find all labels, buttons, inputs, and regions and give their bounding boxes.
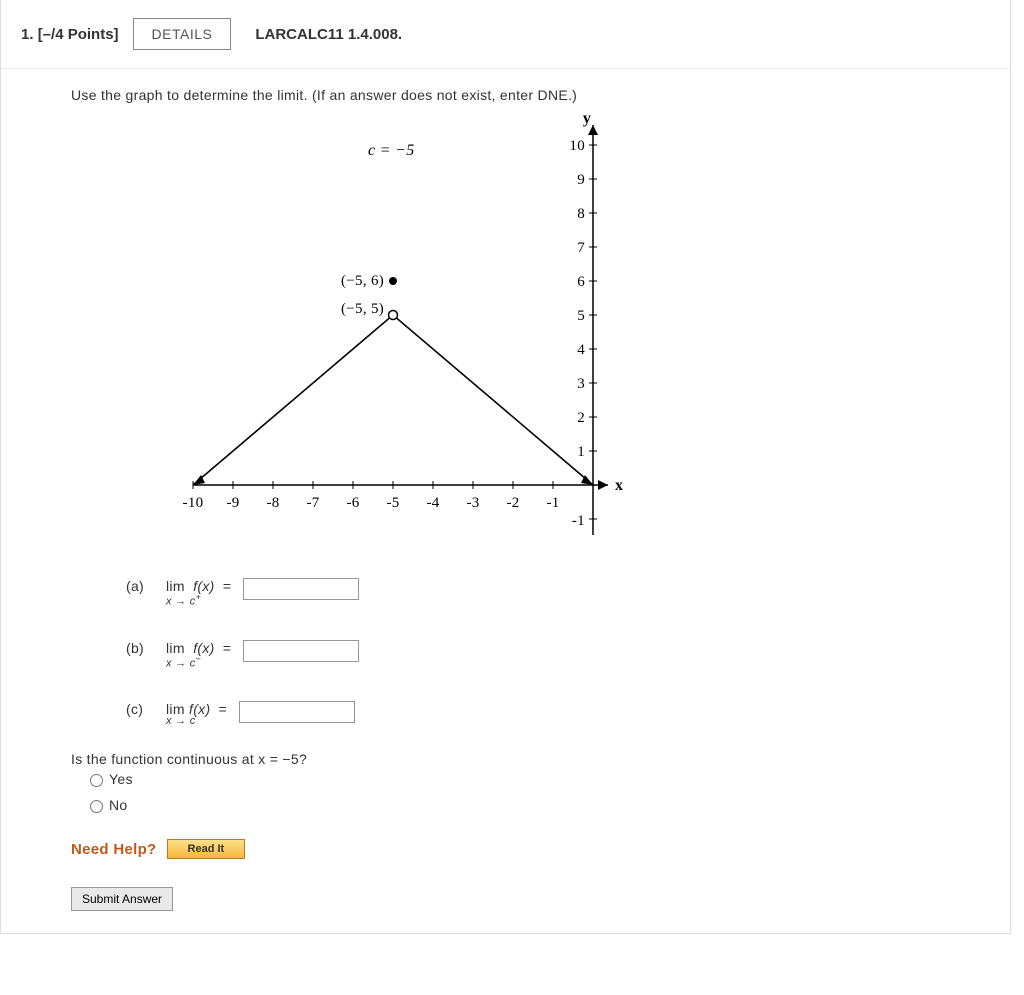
svg-text:10: 10 — [569, 138, 585, 154]
svg-text:-2: -2 — [506, 495, 519, 511]
svg-text:-3: -3 — [466, 495, 479, 511]
limit-expression: lim f(x) = x → c− — [166, 640, 235, 670]
question-container: 1. [–/4 Points] DETAILS LARCALC11 1.4.00… — [0, 0, 1011, 934]
svg-text:-10: -10 — [183, 495, 204, 511]
need-help-label: Need Help? — [71, 841, 157, 858]
svg-text:-8: -8 — [266, 495, 279, 511]
part-b-label: (b) — [126, 640, 166, 656]
question-header: 1. [–/4 Points] DETAILS LARCALC11 1.4.00… — [1, 10, 1010, 69]
continuity-yes-label: Yes — [109, 771, 133, 787]
details-button[interactable]: DETAILS — [133, 18, 232, 50]
svg-text:5: 5 — [577, 308, 585, 324]
svg-text:7: 7 — [577, 240, 585, 256]
limit-expression: lim f(x) = x → c+ — [166, 578, 235, 608]
question-content: Use the graph to determine the limit. (I… — [1, 69, 1010, 933]
svg-text:-5: -5 — [386, 495, 399, 511]
part-c-input[interactable] — [239, 701, 355, 723]
svg-text:4: 4 — [577, 342, 585, 358]
svg-text:-6: -6 — [346, 495, 359, 511]
continuity-yes-radio[interactable] — [90, 774, 103, 787]
question-number: 1. [–/4 Points] — [21, 26, 119, 43]
svg-text:-1: -1 — [572, 513, 585, 529]
svg-text:(−5, 5): (−5, 5) — [341, 301, 384, 317]
svg-text:1: 1 — [577, 444, 585, 460]
svg-text:-4: -4 — [426, 495, 439, 511]
part-a-label: (a) — [126, 578, 166, 594]
svg-text:2: 2 — [577, 410, 585, 426]
read-it-button[interactable]: Read It — [167, 839, 246, 859]
part-c: (c) lim f(x) = x → c — [126, 701, 990, 727]
submit-answer-button[interactable]: Submit Answer — [71, 887, 173, 911]
continuity-no-row: No — [85, 797, 990, 813]
question-prompt: Use the graph to determine the limit. (I… — [71, 87, 990, 103]
part-b: (b) lim f(x) = x → c− — [126, 640, 990, 670]
part-c-label: (c) — [126, 701, 166, 717]
need-help-row: Need Help? Read It — [71, 839, 990, 859]
submit-row: Submit Answer — [71, 887, 990, 911]
question-reference: LARCALC11 1.4.008. — [255, 26, 402, 43]
part-b-input[interactable] — [243, 640, 359, 662]
part-a-input[interactable] — [243, 578, 359, 600]
continuity-yes-row: Yes — [85, 771, 990, 787]
continuity-question: Is the function continuous at x = −5? — [71, 751, 990, 767]
svg-text:(−5, 6): (−5, 6) — [341, 273, 384, 289]
limit-expression: lim f(x) = x → c — [166, 701, 231, 727]
question-parts: (a) lim f(x) = x → c+ (b) lim f(x) = — [126, 578, 990, 727]
continuity-no-label: No — [109, 797, 128, 813]
svg-text:-7: -7 — [306, 495, 319, 511]
limit-graph: -10 -9 -8 -7 -6 -5 -4 -3 -2 -1 — [93, 115, 990, 558]
continuity-no-radio[interactable] — [90, 800, 103, 813]
svg-text:x: x — [615, 477, 623, 494]
svg-text:y: y — [583, 115, 591, 127]
part-a: (a) lim f(x) = x → c+ — [126, 578, 990, 608]
svg-text:6: 6 — [577, 274, 585, 290]
svg-text:c = −5: c = −5 — [368, 142, 415, 159]
svg-text:-9: -9 — [226, 495, 239, 511]
svg-text:-1: -1 — [546, 495, 559, 511]
svg-text:8: 8 — [577, 206, 585, 222]
svg-text:9: 9 — [577, 172, 585, 188]
svg-text:3: 3 — [577, 376, 585, 392]
